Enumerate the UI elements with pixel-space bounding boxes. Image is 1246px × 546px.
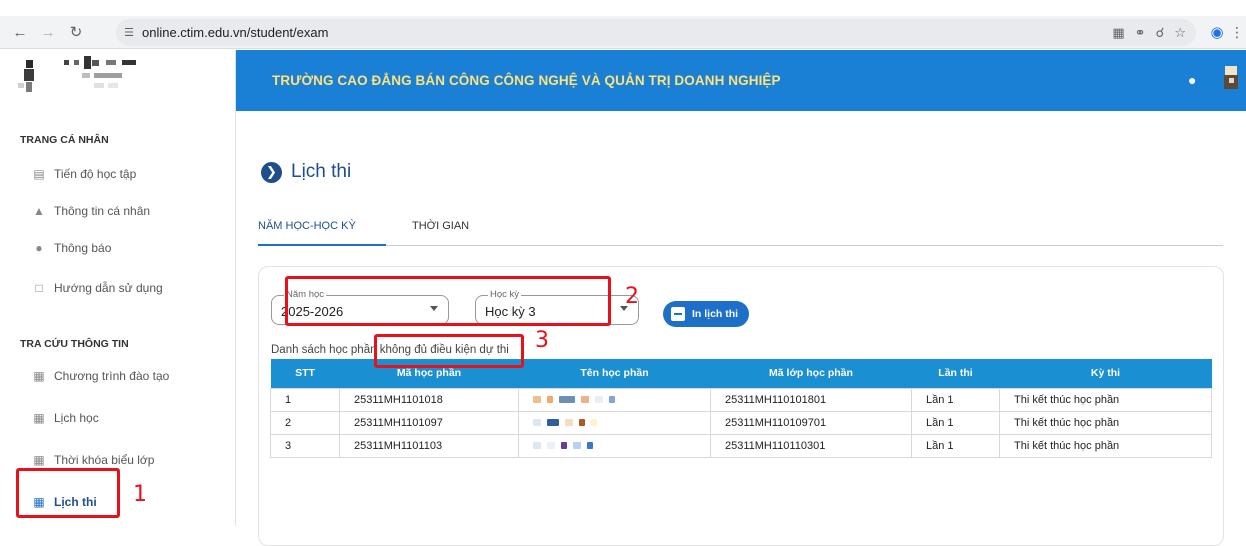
cell-exam: Thi kết thúc học phần [999,387,1212,412]
sidebar-section-lookup: TRA CỨU THÔNG TIN [20,338,129,350]
cell-attempt: Lần 1 [911,433,1000,458]
cell-stt: 2 [270,410,340,435]
cell-course-code: 25311MH1101103 [339,433,519,458]
cell-class-code: 25311MH110110301 [710,433,912,458]
cell-course-code: 25311MH1101018 [339,387,519,412]
bell-icon: ● [35,241,43,255]
avatar[interactable] [1222,66,1240,94]
progress-icon: ▤ [33,167,45,181]
annotation-box-3 [374,334,524,368]
tab-bar: NĂM HỌC-HỌC KỲ THỜI GIAN [258,212,1223,246]
cell-exam: Thi kết thúc học phần [999,410,1212,435]
url-text[interactable]: online.ctim.edu.vn/student/exam [142,25,328,40]
cell-course-name-redacted [518,410,711,435]
cell-course-name-redacted [518,387,711,412]
browser-bar: ← → ↻ ☰ online.ctim.edu.vn/student/exam … [0,16,1246,49]
col-header-exam: Kỳ thi [999,359,1212,388]
address-bar[interactable]: ☰ online.ctim.edu.vn/student/exam ▦ ⚭ ☌ … [116,19,1196,46]
printer-icon [671,307,685,321]
table-row: 3 25311MH1101103 25311MH110110301 Lần 1 [270,433,1212,458]
chevron-right-circle-icon: ❯ [261,161,282,183]
sidebar-item-personal-info[interactable]: ▲ Thông tin cá nhân [0,191,235,231]
site-settings-icon[interactable]: ☰ [116,26,142,39]
program-icon: ▦ [33,369,45,383]
forward-icon[interactable]: → [34,18,62,46]
cell-attempt: Lần 1 [911,410,1000,435]
cell-class-code: 25311MH110101801 [710,387,912,412]
cell-stt: 3 [270,433,340,458]
top-strip [0,0,1246,16]
password-key-icon[interactable]: ⚭ [1135,25,1146,41]
calendar-icon: ▦ [33,411,45,425]
sidebar-section-personal: TRANG CÁ NHÂN [20,134,109,146]
translate-icon[interactable]: ▦ [1112,25,1124,41]
print-schedule-button[interactable]: In lịch thi [663,301,750,327]
user-logo [0,50,235,112]
page-title-text: Lịch thi [291,161,352,182]
notification-bell-icon[interactable]: ● [1188,72,1196,88]
cell-attempt: Lần 1 [911,387,1000,412]
document-icon: □ [35,281,43,295]
app-header: TRƯỜNG CAO ĐẲNG BÁN CÔNG CÔNG NGHỆ VÀ QU… [236,50,1246,111]
sidebar-item-label: Thời khóa biểu lớp [54,453,155,467]
print-button-label: In lịch thi [692,308,739,320]
profile-icon[interactable]: ◉ [1203,18,1231,46]
table-row: 2 25311MH1101097 25311MH110109701 Lần 1 [270,410,1212,435]
tab-year-semester[interactable]: NĂM HỌC-HỌC KỲ [258,220,356,232]
col-header-attempt: Lần thi [911,359,1000,388]
col-header-class-code: Mã lớp học phần [710,359,912,388]
page-title: ❯ Lịch thi [261,161,351,183]
school-title: TRƯỜNG CAO ĐẲNG BÁN CÔNG CÔNG NGHỆ VÀ QU… [272,73,781,88]
back-icon[interactable]: ← [6,18,34,46]
reload-icon[interactable]: ↻ [62,18,90,46]
ineligible-courses-table: STT Mã học phần Tên học phần Mã lớp học … [270,359,1212,458]
sidebar-item-label: Hướng dẫn sử dụng [54,281,163,295]
sidebar-item-label: Thông tin cá nhân [54,204,151,218]
zoom-icon[interactable]: ☌ [1156,25,1165,41]
sidebar-item-user-guide[interactable]: □ Hướng dẫn sử dụng [0,268,235,308]
annotation-number-2: 2 [625,284,639,309]
sidebar-item-label: Lịch học [54,411,99,425]
sidebar: TRANG CÁ NHÂN ▤ Tiến độ học tập ▲ Thông … [0,50,236,526]
sidebar-item-label: Chương trình đào tạo [54,369,170,383]
cell-course-name-redacted [518,433,711,458]
sidebar-item-notifications[interactable]: ● Thông báo [0,228,235,268]
annotation-number-1: 1 [133,482,147,507]
timetable-icon: ▦ [33,453,45,467]
tab-time[interactable]: THỜI GIAN [412,220,469,232]
sidebar-item-label: Thông báo [54,241,112,255]
browser-menu-icon[interactable]: ⋮ [1230,18,1244,46]
annotation-box-1 [16,468,120,518]
cell-exam: Thi kết thúc học phần [999,433,1212,458]
annotation-box-2 [285,276,611,326]
table-row: 1 25311MH1101018 25311MH110101801 Lần 1 … [270,387,1212,412]
person-icon: ▲ [33,204,45,218]
bookmark-star-icon[interactable]: ☆ [1174,25,1186,41]
cell-course-code: 25311MH1101097 [339,410,519,435]
sidebar-item-study-schedule[interactable]: ▦ Lịch học [0,398,235,438]
cell-stt: 1 [270,387,340,412]
col-header-course-name: Tên học phần [518,359,711,388]
sidebar-item-training-program[interactable]: ▦ Chương trình đào tạo [0,356,235,396]
col-header-stt: STT [270,359,340,388]
sidebar-item-study-progress[interactable]: ▤ Tiến độ học tập [0,154,235,194]
annotation-number-3: 3 [535,328,549,353]
active-tab-indicator [258,244,386,246]
sidebar-item-label: Tiến độ học tập [54,167,137,181]
cell-class-code: 25311MH110109701 [710,410,912,435]
